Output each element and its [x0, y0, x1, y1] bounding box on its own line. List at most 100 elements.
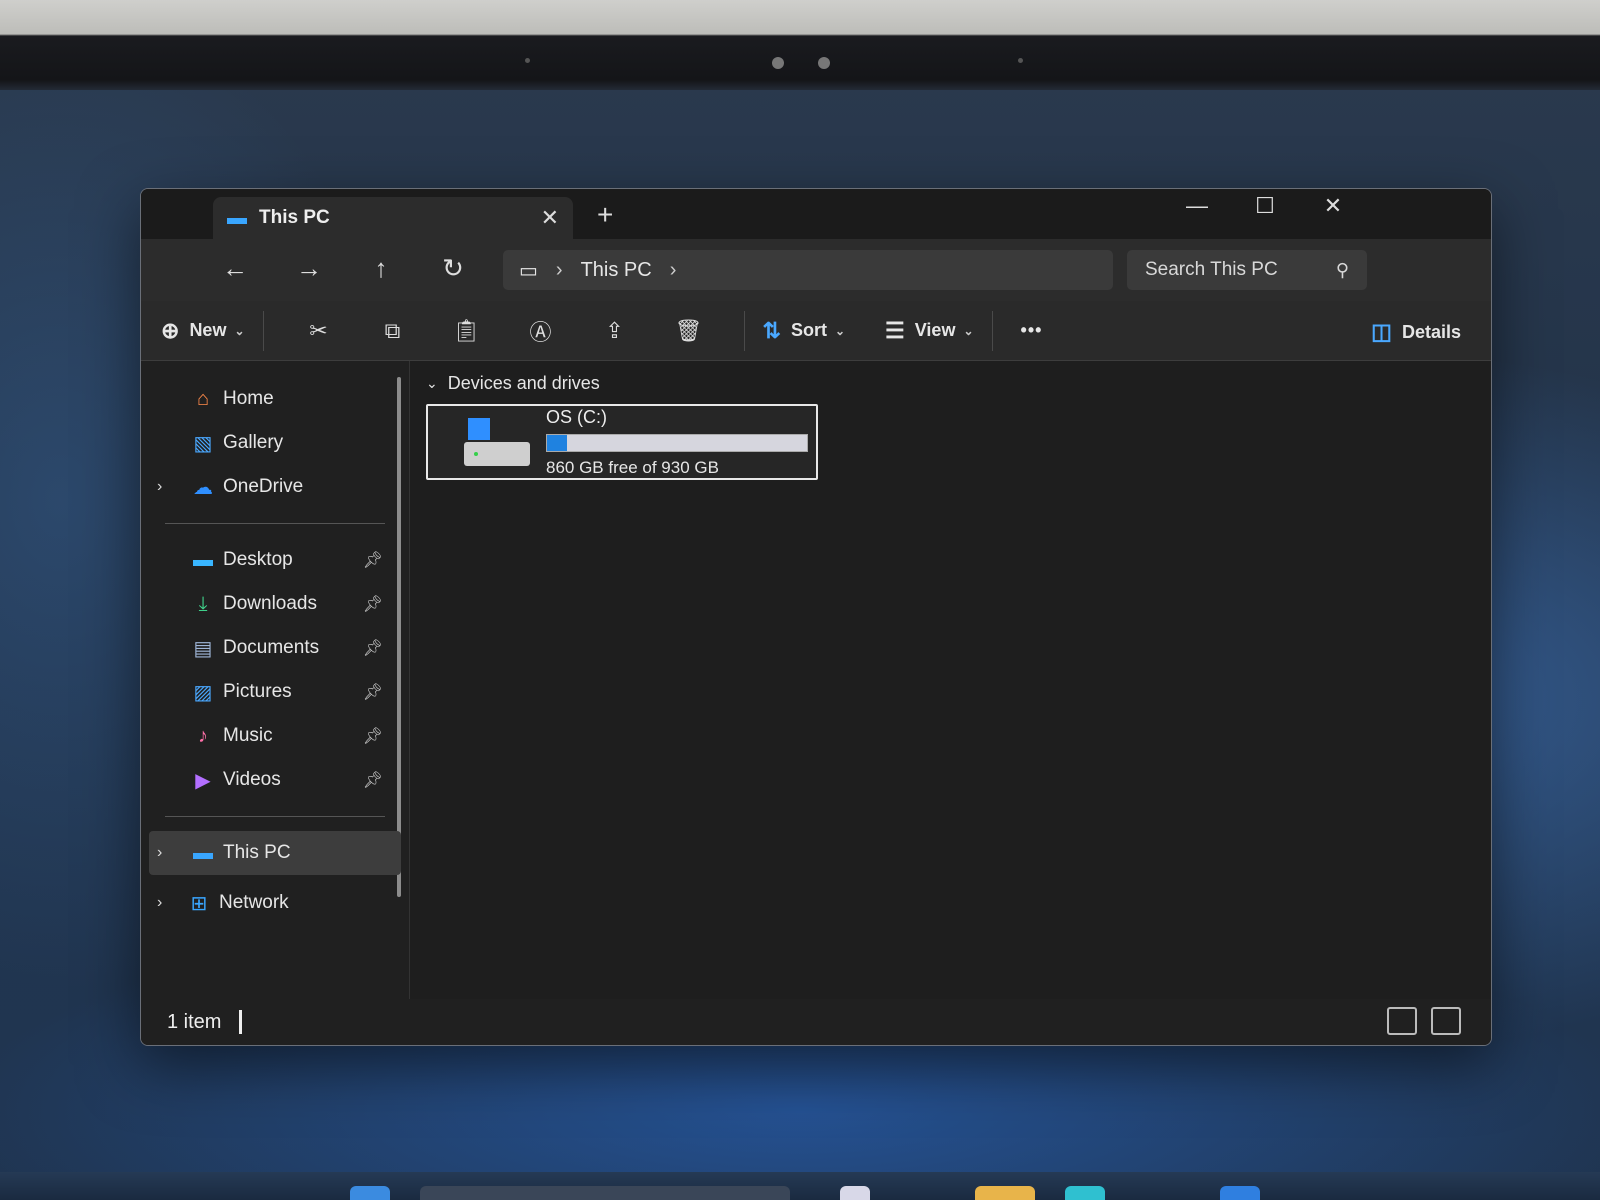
pin-icon[interactable]: 📌︎ [363, 682, 383, 702]
sidebar-item-gallery[interactable]: ▧ Gallery [141, 421, 409, 465]
drive-free-space: 860 GB free of 930 GB [546, 457, 719, 477]
paste-icon[interactable]: 📋︎ [430, 318, 504, 344]
copy-icon[interactable]: ⧉ [356, 318, 430, 344]
pin-icon[interactable]: 📌︎ [363, 726, 383, 746]
sidebar-item-label: Downloads [223, 593, 317, 614]
mic-icon [1018, 58, 1023, 63]
file-explorer-window: ▬ This PC ✕ + — ☐ ✕ ← → ↑ ↻ ▭ › This PC … [140, 188, 1492, 1046]
close-tab-icon[interactable]: ✕ [541, 205, 559, 231]
drive-tile-c[interactable]: OS (C:) 860 GB free of 930 GB [426, 404, 818, 480]
minimize-button[interactable]: — [1177, 193, 1217, 219]
sidebar-item-videos[interactable]: ▶ Videos 📌︎ [141, 758, 409, 802]
sidebar-item-music[interactable]: ♪ Music 📌︎ [141, 714, 409, 758]
view-icon: ☰ [885, 317, 905, 343]
gallery-icon: ▧ [193, 432, 213, 455]
toolbar-divider [262, 310, 264, 351]
tiles-view-icon[interactable] [1431, 1007, 1461, 1035]
search-icon[interactable]: ⚲ [1336, 260, 1349, 281]
up-button[interactable]: ↑ [363, 253, 399, 284]
sidebar-item-label: Videos [223, 769, 281, 790]
chevron-right-icon[interactable]: › [157, 478, 162, 496]
sidebar-item-home[interactable]: ⌂ Home [141, 377, 409, 421]
forward-button[interactable]: → [291, 253, 327, 284]
more-options-button[interactable]: ••• [1021, 320, 1043, 341]
pin-icon[interactable]: 📌︎ [363, 770, 383, 790]
sidebar-item-pictures[interactable]: ▨ Pictures 📌︎ [141, 670, 409, 714]
sort-label: Sort [790, 320, 827, 340]
details-view-icon[interactable] [1387, 1007, 1417, 1035]
search-input[interactable]: Search This PC [1145, 259, 1336, 281]
sidebar-item-desktop[interactable]: ▬ Desktop 📌︎ [141, 538, 409, 582]
toolbar-divider [743, 310, 745, 351]
status-bar: 1 item [141, 999, 1491, 1045]
sidebar-item-label: This PC [223, 842, 291, 863]
sidebar-item-documents[interactable]: ▤ Documents 📌︎ [141, 626, 409, 670]
documents-icon: ▤ [193, 637, 213, 660]
start-icon[interactable] [350, 1186, 390, 1200]
this-pc-icon: ▬ [227, 206, 247, 229]
maximize-button[interactable]: ☐ [1245, 193, 1285, 219]
hard-drive-icon [464, 418, 532, 466]
group-header[interactable]: ⌄ Devices and drives [426, 373, 1475, 394]
refresh-button[interactable]: ↻ [435, 253, 471, 284]
address-bar[interactable]: ▭ › This PC › [503, 250, 1113, 290]
cut-icon[interactable]: ✂ [282, 318, 356, 344]
sidebar-item-label: Desktop [223, 549, 293, 570]
sidebar-divider [165, 816, 385, 817]
new-button[interactable]: ⊕ New ⌄ [161, 318, 245, 344]
pictures-icon: ▨ [193, 681, 213, 704]
sidebar-item-onedrive[interactable]: › ☁ OneDrive [141, 465, 409, 509]
text-cursor [239, 1010, 243, 1034]
sidebar-item-label: OneDrive [223, 476, 304, 497]
tab-this-pc[interactable]: ▬ This PC ✕ [213, 197, 573, 239]
plus-circle-icon: ⊕ [161, 317, 180, 343]
monitor-bezel [0, 0, 1600, 90]
content-pane: ⌄ Devices and drives OS (C:) 860 GB free… [409, 361, 1491, 999]
chevron-down-icon[interactable]: ⌄ [426, 375, 438, 392]
command-bar: ⊕ New ⌄ ✂ ⧉ 📋︎ Ⓐ ⇪ 🗑︎ ⇅ Sort ⌄ ☰ View ⌄ … [141, 301, 1491, 361]
desktop-icon: ▬ [193, 548, 213, 571]
back-button[interactable]: ← [217, 253, 253, 284]
this-pc-icon: ▬ [193, 841, 213, 864]
drive-name: OS (C:) [546, 406, 607, 427]
store-taskbar-icon[interactable] [1220, 1186, 1260, 1200]
sidebar-item-label: Gallery [223, 432, 284, 453]
sidebar-item-network[interactable]: › ⊞ Network [141, 881, 409, 925]
monitor-icon: ▭ [519, 259, 538, 282]
share-icon[interactable]: ⇪ [578, 318, 652, 344]
sidebar-item-label: Network [219, 892, 289, 913]
details-button[interactable]: ◫ Details [1371, 319, 1461, 345]
view-button[interactable]: ☰ View ⌄ [885, 318, 974, 344]
taskbar-app-icon[interactable] [840, 1186, 870, 1200]
network-icon: ⊞ [190, 892, 208, 915]
chevron-right-icon[interactable]: › [157, 844, 162, 862]
group-header-label: Devices and drives [447, 373, 600, 393]
breadcrumb-this-pc[interactable]: This PC [581, 259, 652, 282]
chevron-down-icon: ⌄ [963, 323, 974, 338]
sidebar-item-label: Home [223, 388, 274, 409]
taskbar [0, 1172, 1600, 1200]
sort-button[interactable]: ⇅ Sort ⌄ [763, 318, 846, 344]
close-window-button[interactable]: ✕ [1313, 193, 1353, 219]
pin-icon[interactable]: 📌︎ [363, 638, 383, 658]
tab-label: This PC [259, 207, 330, 228]
sidebar-item-this-pc[interactable]: › ▬ This PC [149, 831, 401, 875]
search-box[interactable]: Search This PC ⚲ [1127, 250, 1367, 290]
camera-icon [772, 57, 784, 69]
delete-icon[interactable]: 🗑︎ [652, 318, 726, 344]
file-explorer-taskbar-icon[interactable] [975, 1186, 1035, 1200]
view-label: View [914, 320, 956, 340]
downloads-icon: ⤓ [198, 592, 208, 615]
new-label: New [189, 320, 227, 340]
new-tab-button[interactable]: + [597, 199, 613, 231]
rename-icon[interactable]: Ⓐ [504, 315, 578, 347]
taskbar-search[interactable] [420, 1186, 790, 1200]
browser-taskbar-icon[interactable] [1065, 1186, 1105, 1200]
chevron-right-icon[interactable]: › [670, 259, 677, 282]
sidebar-item-downloads[interactable]: ⤓ Downloads 📌︎ [141, 582, 409, 626]
pin-icon[interactable]: 📌︎ [363, 594, 383, 614]
chevron-down-icon: ⌄ [234, 323, 245, 338]
chevron-right-icon[interactable]: › [157, 894, 162, 912]
mic-icon [525, 58, 530, 63]
pin-icon[interactable]: 📌︎ [363, 550, 383, 570]
